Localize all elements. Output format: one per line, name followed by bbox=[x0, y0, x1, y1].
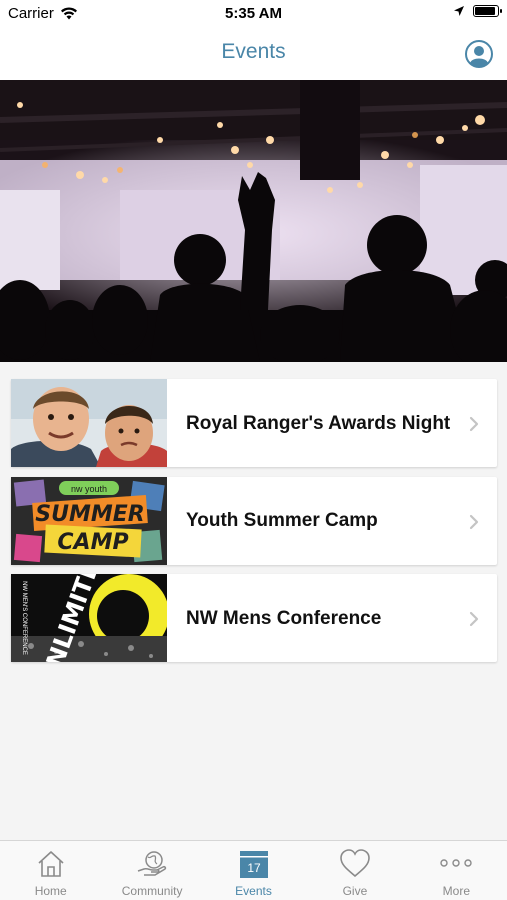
calendar-day: 17 bbox=[247, 861, 261, 875]
tab-events[interactable]: 17 Events bbox=[203, 841, 304, 900]
event-card-royal-rangers[interactable]: Royal Ranger's Awards Night bbox=[11, 379, 497, 467]
tab-community[interactable]: Community bbox=[101, 841, 202, 900]
event-card-nw-mens-conference[interactable]: UNLIMITED NW MEN'S CONFERENCE NW Mens Co… bbox=[11, 574, 497, 662]
thumb-title-line-2: CAMP bbox=[57, 530, 128, 555]
summer-camp-graphic: nw youth SUMMER CAMP bbox=[11, 476, 167, 565]
event-title: Youth Summer Camp bbox=[186, 510, 378, 531]
community-globe-icon bbox=[137, 851, 167, 876]
two-boys-photo bbox=[11, 379, 167, 467]
tab-give[interactable]: Give bbox=[304, 841, 405, 900]
clock: 5:35 AM bbox=[225, 5, 282, 22]
unlimited-conference-graphic: UNLIMITED NW MEN'S CONFERENCE bbox=[11, 574, 167, 662]
thumb-side-text: NW MEN'S CONFERENCE bbox=[21, 581, 27, 655]
event-title: NW Mens Conference bbox=[186, 607, 382, 629]
chevron-right-icon bbox=[469, 514, 479, 529]
tab-label: Events bbox=[235, 884, 272, 898]
tab-home[interactable]: Home bbox=[0, 841, 101, 900]
event-title: Royal Ranger's Awards Night bbox=[186, 412, 451, 434]
location-arrow-icon bbox=[454, 6, 464, 16]
chevron-right-icon bbox=[469, 416, 479, 432]
tab-label: Home bbox=[34, 884, 67, 898]
heart-icon bbox=[340, 849, 370, 878]
chevron-right-icon bbox=[469, 611, 479, 627]
home-icon bbox=[38, 851, 64, 877]
calendar-icon: 17 bbox=[239, 851, 268, 878]
navigation-bar: Events bbox=[0, 28, 507, 80]
page-title: Events bbox=[221, 40, 286, 63]
battery-icon bbox=[473, 5, 502, 17]
concert-crowd-photo bbox=[0, 80, 507, 362]
more-dots-icon bbox=[440, 859, 473, 867]
battery-fill bbox=[475, 7, 495, 15]
tab-label: Give bbox=[342, 884, 368, 898]
tab-bar: Home Community 17 Events Give More bbox=[0, 840, 507, 900]
thumb-badge-label: nw youth bbox=[71, 484, 107, 494]
event-card-youth-summer-camp[interactable]: nw youth SUMMER CAMP Youth Summer Camp bbox=[11, 476, 497, 565]
hero-image bbox=[0, 80, 507, 362]
tab-more[interactable]: More bbox=[406, 841, 507, 900]
status-bar: Carrier 5:35 AM bbox=[0, 0, 507, 28]
thumb-title-line-1: SUMMER bbox=[35, 502, 144, 527]
events-list: Royal Ranger's Awards Night nw youth SUM… bbox=[11, 379, 497, 672]
tab-label: Community bbox=[121, 884, 183, 898]
person-circle-icon[interactable] bbox=[465, 40, 493, 68]
tab-label: More bbox=[442, 884, 470, 898]
